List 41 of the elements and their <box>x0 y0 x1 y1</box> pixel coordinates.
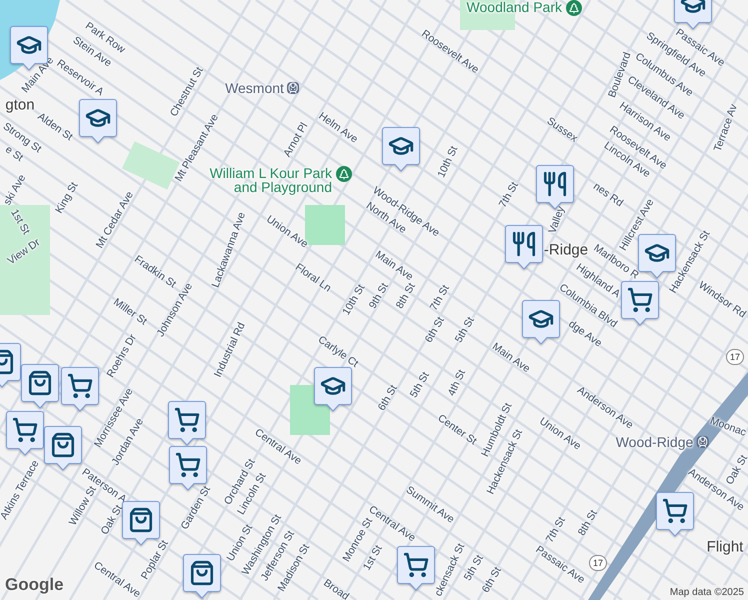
place-label: -Ridge <box>544 242 588 258</box>
street-label: 7th St <box>428 284 452 312</box>
street-label: 5th St <box>454 316 476 344</box>
street-label: 8th St <box>576 508 600 538</box>
street-label: 9th St <box>368 282 390 310</box>
station-label: Wesmont <box>225 81 284 95</box>
shopping-cart-icon <box>174 407 200 433</box>
place-label: Flight <box>706 540 744 554</box>
street-label: View Dr <box>6 237 42 267</box>
street-label: 7th St <box>498 180 520 210</box>
street-label: e St <box>3 144 25 164</box>
shopping-bag-icon <box>128 507 154 533</box>
street-label: Valley <box>547 205 567 235</box>
shopping-bag-icon <box>189 560 215 586</box>
train-station-icon <box>286 82 299 94</box>
street-label: dge Ave <box>566 318 604 350</box>
park-label: Woodland Park <box>466 0 562 14</box>
park-label: William L Kour Park and Playground <box>208 166 332 194</box>
street-label: 4th St <box>446 368 468 398</box>
google-logo: Google <box>5 574 64 596</box>
shopping-cart-icon <box>403 552 429 578</box>
place-label: gton <box>5 98 35 112</box>
street-label: ski Ave <box>2 173 28 207</box>
shopping-cart-icon <box>12 417 38 443</box>
street-label: 1st St <box>362 544 384 572</box>
shopping-bag-icon <box>27 370 53 396</box>
street-label: nes Rd <box>591 181 625 209</box>
street-label: 8th St <box>394 282 418 310</box>
shopping-cart-icon <box>627 287 653 313</box>
street-label: 1st St <box>8 208 32 236</box>
fork-knife-icon <box>542 171 568 197</box>
shopping-cart-icon <box>175 452 201 478</box>
shopping-bag-icon <box>50 432 76 458</box>
shopping-cart-icon <box>67 373 93 399</box>
street-label: 6th St <box>424 316 446 344</box>
street-label: 6th St <box>376 384 400 412</box>
fork-knife-icon <box>511 231 537 257</box>
shopping-cart-icon <box>662 498 688 524</box>
street-label: 10th St <box>436 144 460 180</box>
street-label: 7th St <box>544 516 568 544</box>
street-label: 5th St <box>408 370 432 400</box>
